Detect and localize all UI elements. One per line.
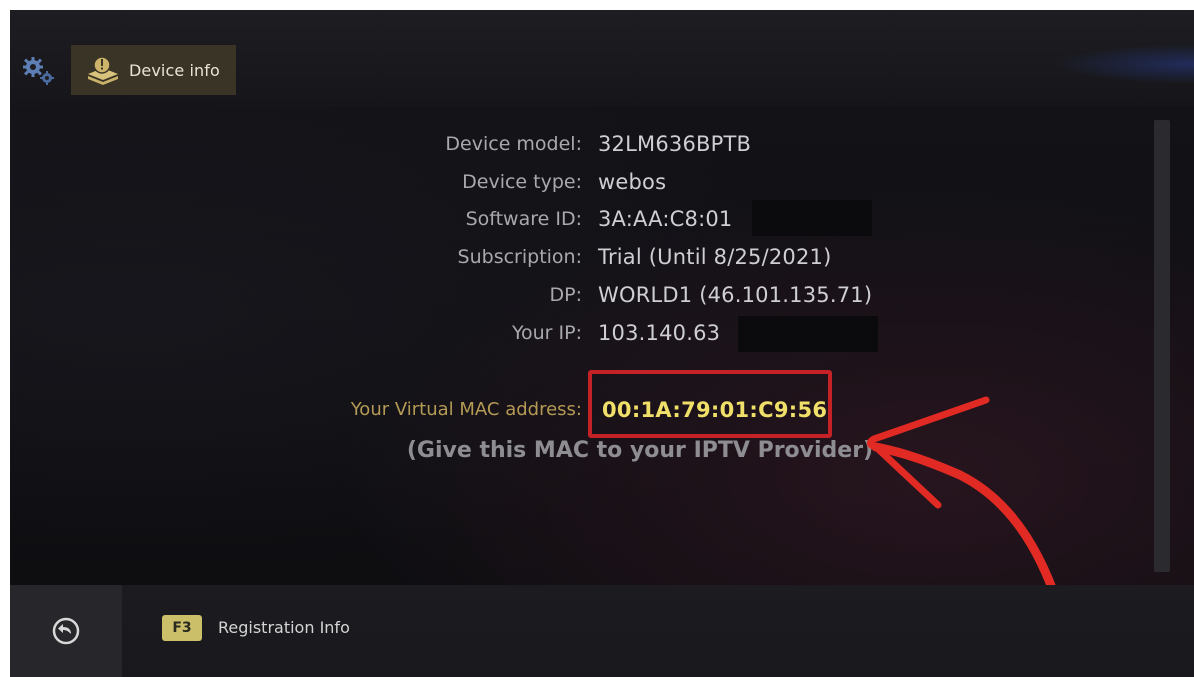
f3-key-badge[interactable]: F3 bbox=[162, 615, 202, 641]
red-arrow-annotation bbox=[866, 396, 1063, 610]
tv-screen: Device info Device model: 32LM636BPTB De… bbox=[10, 10, 1194, 677]
registration-info-label[interactable]: Registration Info bbox=[218, 615, 350, 641]
back-button[interactable] bbox=[10, 585, 122, 677]
bottom-bar: F3 Registration Info bbox=[10, 585, 1194, 677]
back-arrow-icon bbox=[52, 617, 80, 645]
